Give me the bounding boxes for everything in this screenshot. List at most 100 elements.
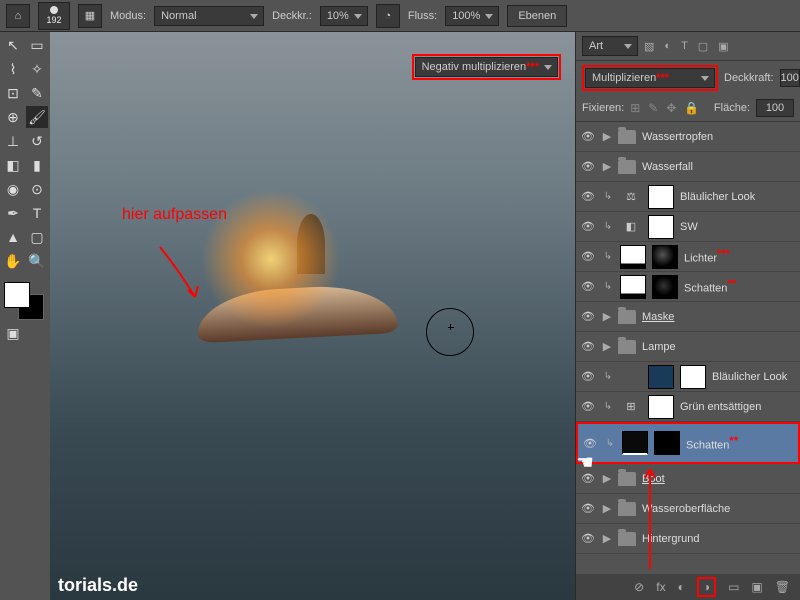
new-layer-icon[interactable]: ▣ (751, 580, 762, 594)
expand-icon[interactable]: ▶ (602, 310, 612, 323)
dodge-tool[interactable]: ⊙ (26, 178, 48, 200)
layer-opacity-value[interactable]: 100 (780, 69, 800, 87)
layer-row[interactable]: 👁 ▶ Hintergrund (576, 524, 800, 554)
visibility-toggle[interactable]: 👁 (580, 400, 596, 413)
expand-icon[interactable]: ▶ (602, 502, 612, 515)
layer-row[interactable]: 👁↳ Lichter*** (576, 242, 800, 272)
marquee-tool[interactable]: ▭ (26, 34, 48, 56)
visibility-toggle[interactable]: 👁 (580, 370, 596, 383)
crop-tool[interactable]: ⊡ (2, 82, 24, 104)
magic-wand-tool[interactable]: ✧ (26, 58, 48, 80)
layer-name[interactable]: Grün entsättigen (680, 401, 796, 413)
visibility-toggle[interactable]: 👁 (580, 532, 596, 545)
layer-row[interactable]: 👁 ▶ Lampe (576, 332, 800, 362)
lock-position-icon[interactable]: ✥ (666, 101, 676, 115)
healing-tool[interactable]: ⊕ (2, 106, 24, 128)
layer-name[interactable]: Maske (642, 311, 796, 323)
home-icon[interactable]: ⌂ (6, 4, 30, 28)
filter-kind-dropdown[interactable]: Art (582, 36, 638, 56)
brush-preset-picker[interactable]: 192 (38, 2, 70, 30)
brush-tool[interactable]: 🖌 (26, 106, 48, 128)
layer-row[interactable]: 👁 ▶ Maske (576, 302, 800, 332)
layer-row[interactable]: 👁 ▶ Wasserfall (576, 152, 800, 182)
layer-name[interactable]: Lampe (642, 341, 796, 353)
layers-panel-tab[interactable]: Ebenen (507, 5, 567, 27)
visibility-toggle[interactable]: 👁 (580, 190, 596, 203)
layer-row[interactable]: 👁↳ Schatten** (576, 422, 800, 464)
layer-name[interactable]: Wasseroberfläche (642, 503, 796, 515)
visibility-toggle[interactable]: 👁 (580, 502, 596, 515)
visibility-toggle[interactable]: 👁 (582, 437, 598, 450)
visibility-toggle[interactable]: 👁 (580, 250, 596, 263)
visibility-toggle[interactable]: 👁 (580, 280, 596, 293)
lock-transparent-icon[interactable]: ⊞ (630, 101, 640, 115)
expand-icon[interactable]: ▶ (602, 472, 612, 485)
layer-row[interactable]: 👁 ▶ Wasseroberfläche (576, 494, 800, 524)
new-adjustment-icon[interactable]: ◑ (703, 580, 710, 594)
layer-row[interactable]: 👁↳◧SW (576, 212, 800, 242)
filter-type-icon[interactable]: T (681, 40, 688, 53)
flow-dropdown[interactable]: 100% (445, 6, 499, 26)
lasso-tool[interactable]: ⌇ (2, 58, 24, 80)
pen-tool[interactable]: ✒ (2, 202, 24, 224)
layer-row[interactable]: 👁▶ Boot (576, 464, 800, 494)
visibility-toggle[interactable]: 👁 (580, 310, 596, 323)
layer-name[interactable]: Wassertropfen (642, 131, 796, 143)
foreground-swatch[interactable] (4, 282, 30, 308)
mask-icon[interactable]: ◐ (678, 580, 685, 594)
layer-name[interactable]: Lichter*** (684, 248, 796, 265)
fill-value[interactable]: 100 (756, 99, 794, 117)
zoom-tool[interactable]: 🔍 (26, 250, 48, 272)
filter-shape-icon[interactable]: ▢ (698, 40, 708, 53)
layer-name[interactable]: Schatten** (684, 278, 796, 295)
layer-name[interactable]: Bläulicher Look (712, 371, 796, 383)
fx-icon[interactable]: fx (656, 580, 665, 594)
quickmask-toggle[interactable]: ▣ (2, 322, 24, 344)
expand-icon[interactable]: ▶ (602, 130, 612, 143)
brush-panel-toggle[interactable]: ▦ (78, 4, 102, 28)
move-tool[interactable]: ↖ (2, 34, 24, 56)
visibility-toggle[interactable]: 👁 (580, 160, 596, 173)
layer-name[interactable]: Schatten** (686, 435, 794, 452)
link-layers-icon[interactable]: ⊘ (634, 580, 644, 594)
eraser-tool[interactable]: ◧ (2, 154, 24, 176)
visibility-toggle[interactable]: 👁 (580, 130, 596, 143)
color-swatches[interactable] (2, 280, 48, 320)
hand-tool[interactable]: ✋ (2, 250, 24, 272)
layer-name[interactable]: Wasserfall (642, 161, 796, 173)
layer-name[interactable]: Hintergrund (642, 533, 796, 545)
visibility-toggle[interactable]: 👁 (580, 340, 596, 353)
opacity-dropdown[interactable]: 10% (320, 6, 368, 26)
pressure-opacity-icon[interactable]: ◔ (376, 4, 400, 28)
layer-name[interactable]: Boot (642, 473, 796, 485)
layer-name[interactable]: Bläulicher Look (680, 191, 796, 203)
shape-tool[interactable]: ▢ (26, 226, 48, 248)
lock-all-icon[interactable]: 🔒 (684, 101, 699, 115)
expand-icon[interactable]: ▶ (602, 160, 612, 173)
filter-smart-icon[interactable]: ▣ (718, 40, 728, 53)
blend-mode-dropdown[interactable]: Normal (154, 6, 264, 26)
canvas-area[interactable]: hier aufpassen Negativ multiplizieren **… (50, 32, 575, 600)
stamp-tool[interactable]: ⊥ (2, 130, 24, 152)
path-select-tool[interactable]: ▲ (2, 226, 24, 248)
canvas-blend-dropdown[interactable]: Negativ multiplizieren *** (415, 57, 558, 77)
expand-icon[interactable]: ▶ (602, 340, 612, 353)
layer-row[interactable]: 👁↳ Schatten** (576, 272, 800, 302)
visibility-toggle[interactable]: 👁 (580, 220, 596, 233)
layer-row[interactable]: 👁↳Bläulicher Look (576, 362, 800, 392)
layer-row[interactable]: 👁↳⚖Bläulicher Look (576, 182, 800, 212)
gradient-tool[interactable]: ▮ (26, 154, 48, 176)
layer-row[interactable]: 👁 ▶ Wassertropfen (576, 122, 800, 152)
layer-name[interactable]: SW (680, 221, 796, 233)
new-group-icon[interactable]: ▭ (728, 580, 739, 594)
layer-blend-dropdown[interactable]: Multiplizieren *** (585, 68, 715, 88)
type-tool[interactable]: T (26, 202, 48, 224)
filter-adjust-icon[interactable]: ◐ (664, 40, 671, 53)
blur-tool[interactable]: ◉ (2, 178, 24, 200)
lock-paint-icon[interactable]: ✎ (648, 101, 658, 115)
filter-pixel-icon[interactable]: ▧ (644, 40, 654, 53)
delete-layer-icon[interactable]: 🗑 (775, 580, 790, 594)
history-brush-tool[interactable]: ↺ (26, 130, 48, 152)
eyedropper-tool[interactable]: ✎ (26, 82, 48, 104)
expand-icon[interactable]: ▶ (602, 532, 612, 545)
